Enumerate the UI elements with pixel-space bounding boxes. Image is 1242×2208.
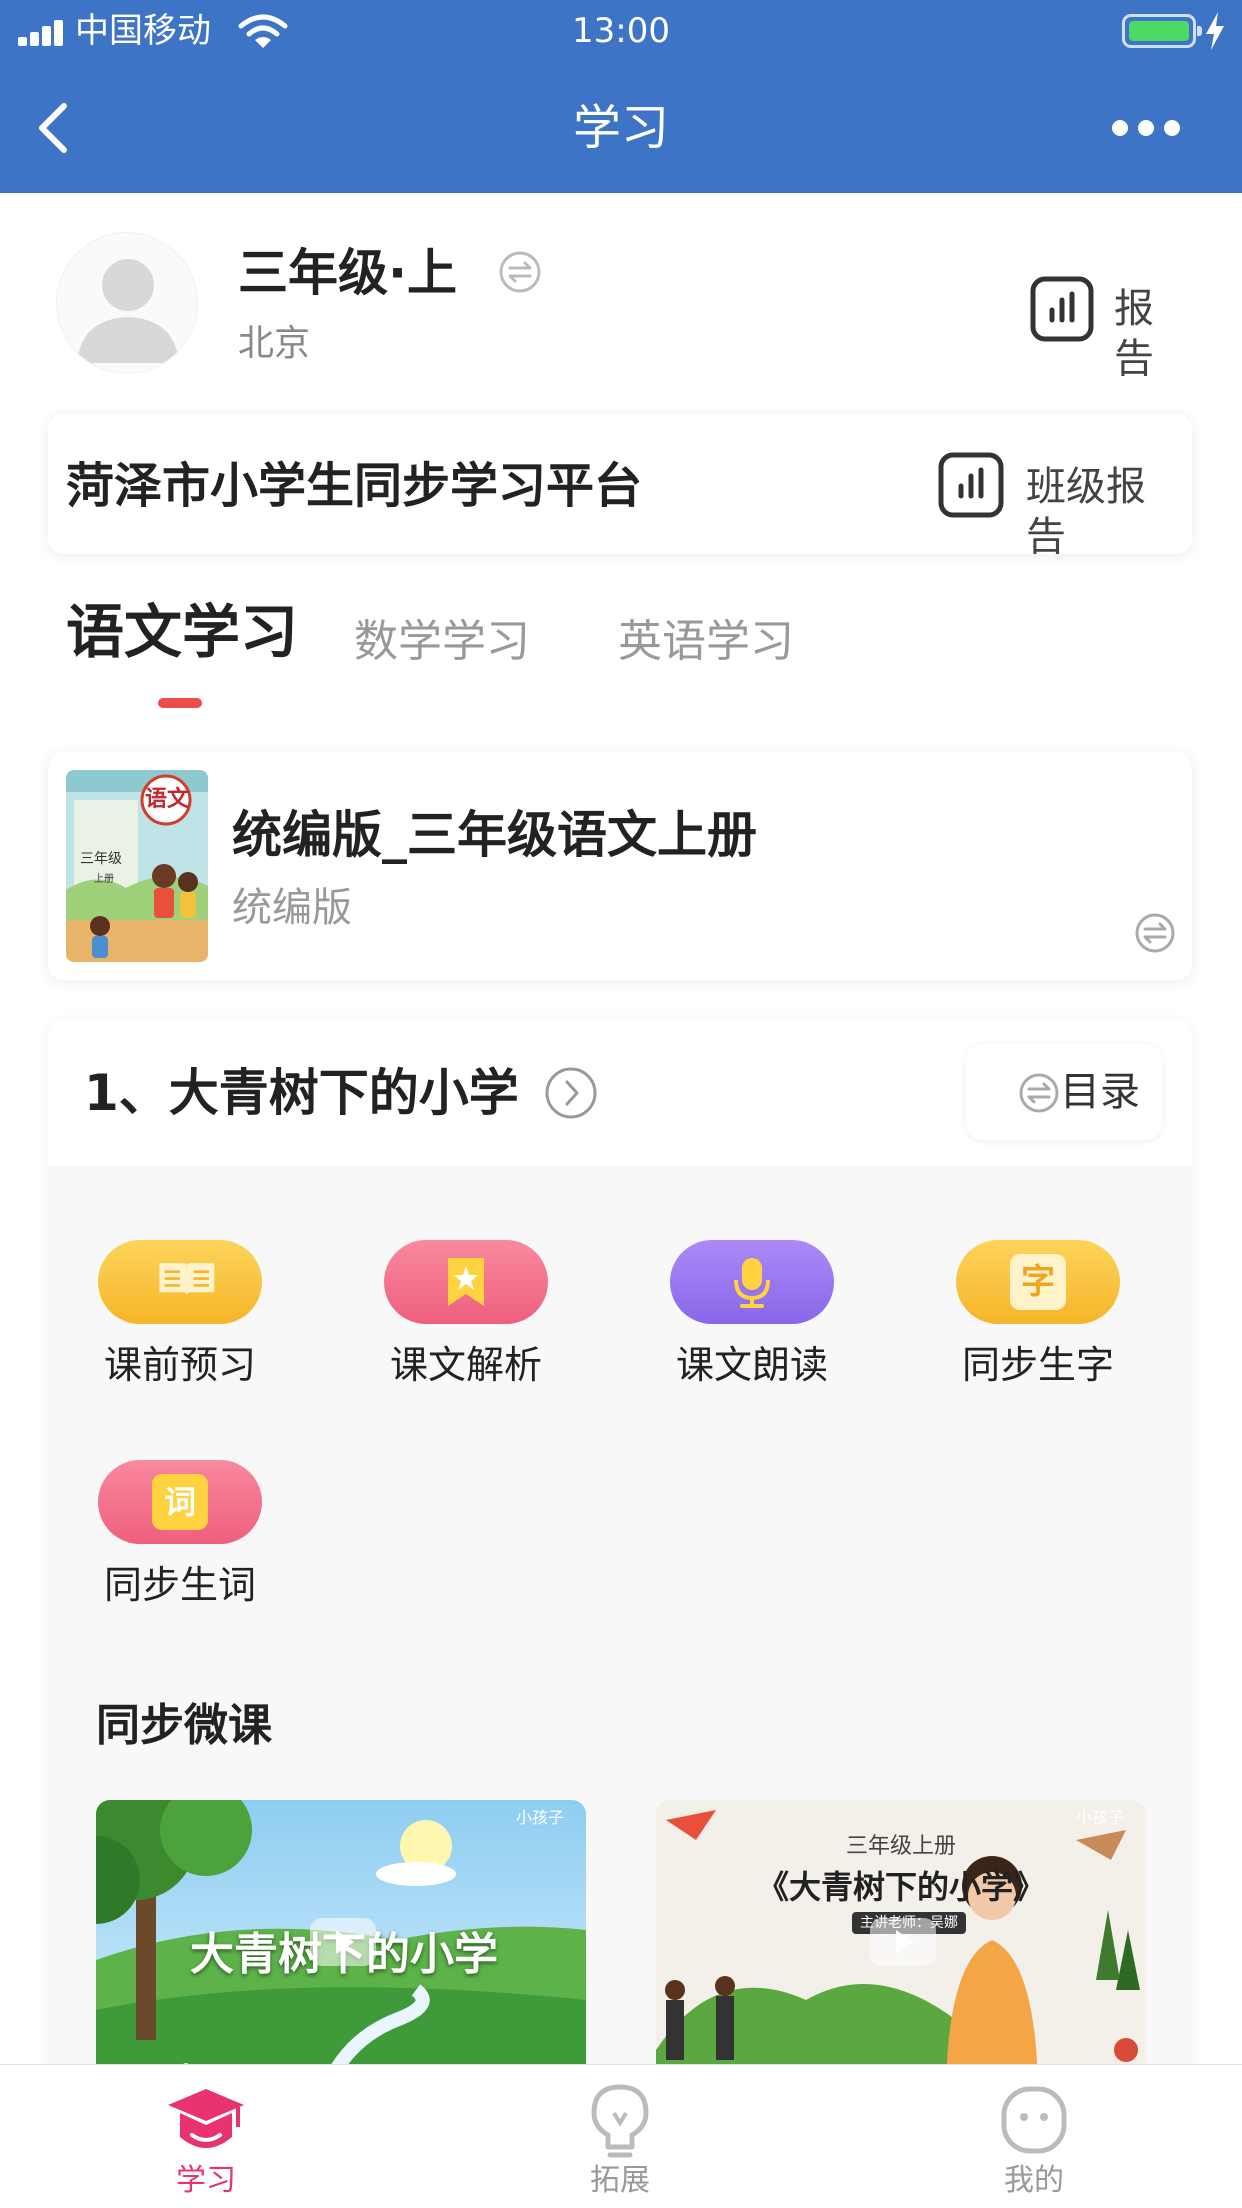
more-options-icon[interactable] — [1108, 112, 1184, 142]
lesson-panel: 1、大青树下的小学 目录 课前预习 课文解析 课文朗读 字 同步生字 词 同步生… — [48, 1020, 1192, 2208]
textbook-cover: 语文 三年级 上册 — [66, 770, 208, 962]
tab-study[interactable]: 学习 — [126, 2065, 286, 2208]
profile-face-icon — [1001, 2086, 1067, 2154]
tab-explore[interactable]: 拓展 — [540, 2065, 700, 2208]
textbook-edition: 统编版 — [232, 885, 352, 931]
feature-label: 课前预习 — [103, 1343, 256, 1387]
grade-label: 三年级·上 — [238, 244, 457, 302]
class-report-button[interactable]: 班级报告 — [938, 452, 1178, 560]
chevron-right-circle-icon[interactable] — [544, 1066, 598, 1120]
class-report-label: 班级报告 — [1026, 464, 1146, 560]
switch-textbook-icon[interactable] — [1134, 912, 1176, 954]
microphone-icon — [734, 1258, 770, 1308]
tab-mine[interactable]: 我的 — [954, 2065, 1114, 2208]
status-bar: 中国移动 13:00 — [0, 0, 1242, 62]
feature-label: 同步生词 — [103, 1563, 256, 1607]
switch-grade-icon[interactable] — [498, 250, 542, 294]
lightbulb-icon — [591, 2084, 649, 2158]
top-bar: 中国移动 13:00 学习 — [0, 0, 1242, 193]
platform-name: 菏泽市小学生同步学习平台 — [66, 458, 643, 514]
status-time: 13:00 — [572, 11, 670, 51]
cover-badge: 语文 — [144, 787, 189, 812]
catalog-label: 目录 — [1060, 1069, 1140, 1115]
lesson-title[interactable]: 1、大青树下的小学 — [84, 1060, 519, 1126]
lesson-header: 1、大青树下的小学 目录 — [48, 1020, 1192, 1166]
video-watermark: 小孩子 — [516, 1808, 565, 1827]
feature-new-words[interactable]: 词 同步生词 — [70, 1460, 290, 1620]
battery-icon — [1122, 14, 1202, 48]
character-icon: 字 — [1010, 1254, 1066, 1310]
bar-chart-icon — [938, 452, 1004, 518]
micro-lessons-title: 同步微课 — [96, 1700, 272, 1751]
tab-chinese[interactable]: 语文学习 — [66, 584, 298, 680]
tab-english[interactable]: 英语学习 — [618, 594, 794, 690]
platform-card: 菏泽市小学生同步学习平台 班级报告 — [48, 414, 1192, 560]
play-icon[interactable] — [310, 1918, 376, 1966]
tab-label: 拓展 — [590, 2163, 650, 2198]
active-tab-indicator — [158, 698, 202, 708]
feature-label: 课文朗读 — [675, 1343, 828, 1387]
tab-label: 我的 — [1004, 2163, 1064, 2198]
report-label: 报告 — [1114, 286, 1154, 382]
bottom-tab-bar: 学习 拓展 我的 — [0, 2064, 1242, 2208]
word-icon: 词 — [152, 1474, 208, 1530]
charging-bolt-icon — [1206, 12, 1224, 50]
graduation-cap-icon — [168, 2089, 244, 2148]
cover-grade: 三年级 — [80, 851, 122, 867]
textbook-title: 统编版_三年级语文上册 — [232, 806, 757, 864]
feature-label: 同步生字 — [961, 1343, 1114, 1387]
switch-icon — [1019, 1073, 1059, 1113]
tab-math[interactable]: 数学学习 — [354, 594, 530, 690]
bar-chart-icon — [1030, 276, 1094, 342]
tab-label: 学习 — [176, 2163, 236, 2198]
bookmark-star-icon — [448, 1258, 484, 1306]
video-card[interactable]: 大青树下的小学 小孩子 — [96, 1800, 586, 2090]
default-avatar-icon — [77, 259, 179, 363]
feature-new-characters[interactable]: 字 同步生字 — [928, 1240, 1148, 1400]
feature-read-aloud[interactable]: 课文朗读 — [642, 1240, 862, 1400]
report-button[interactable]: 报告 — [1030, 276, 1190, 382]
video-caption: 《大青树下的小学》 — [756, 1868, 1045, 1906]
video-card[interactable]: 三年级上册 《大青树下的小学》 主讲老师：吴娜 小孩子 — [656, 1800, 1146, 2090]
feature-preview[interactable]: 课前预习 — [70, 1240, 290, 1400]
play-icon[interactable] — [870, 1918, 936, 1966]
page-title: 学习 — [572, 100, 669, 156]
video-subtitle: 三年级上册 — [845, 1834, 956, 1859]
textbook-card[interactable]: 语文 三年级 上册 统编版_三年级语文上册 统编版 — [48, 752, 1192, 980]
feature-text-analysis[interactable]: 课文解析 — [356, 1240, 576, 1400]
catalog-button[interactable]: 目录 — [966, 1044, 1162, 1140]
video-watermark: 小孩子 — [1076, 1808, 1125, 1827]
book-open-icon — [159, 1263, 215, 1296]
avatar[interactable] — [56, 232, 198, 374]
city-label: 北京 — [238, 323, 311, 364]
feature-label: 课文解析 — [389, 1343, 542, 1387]
cover-term: 上册 — [94, 874, 114, 885]
